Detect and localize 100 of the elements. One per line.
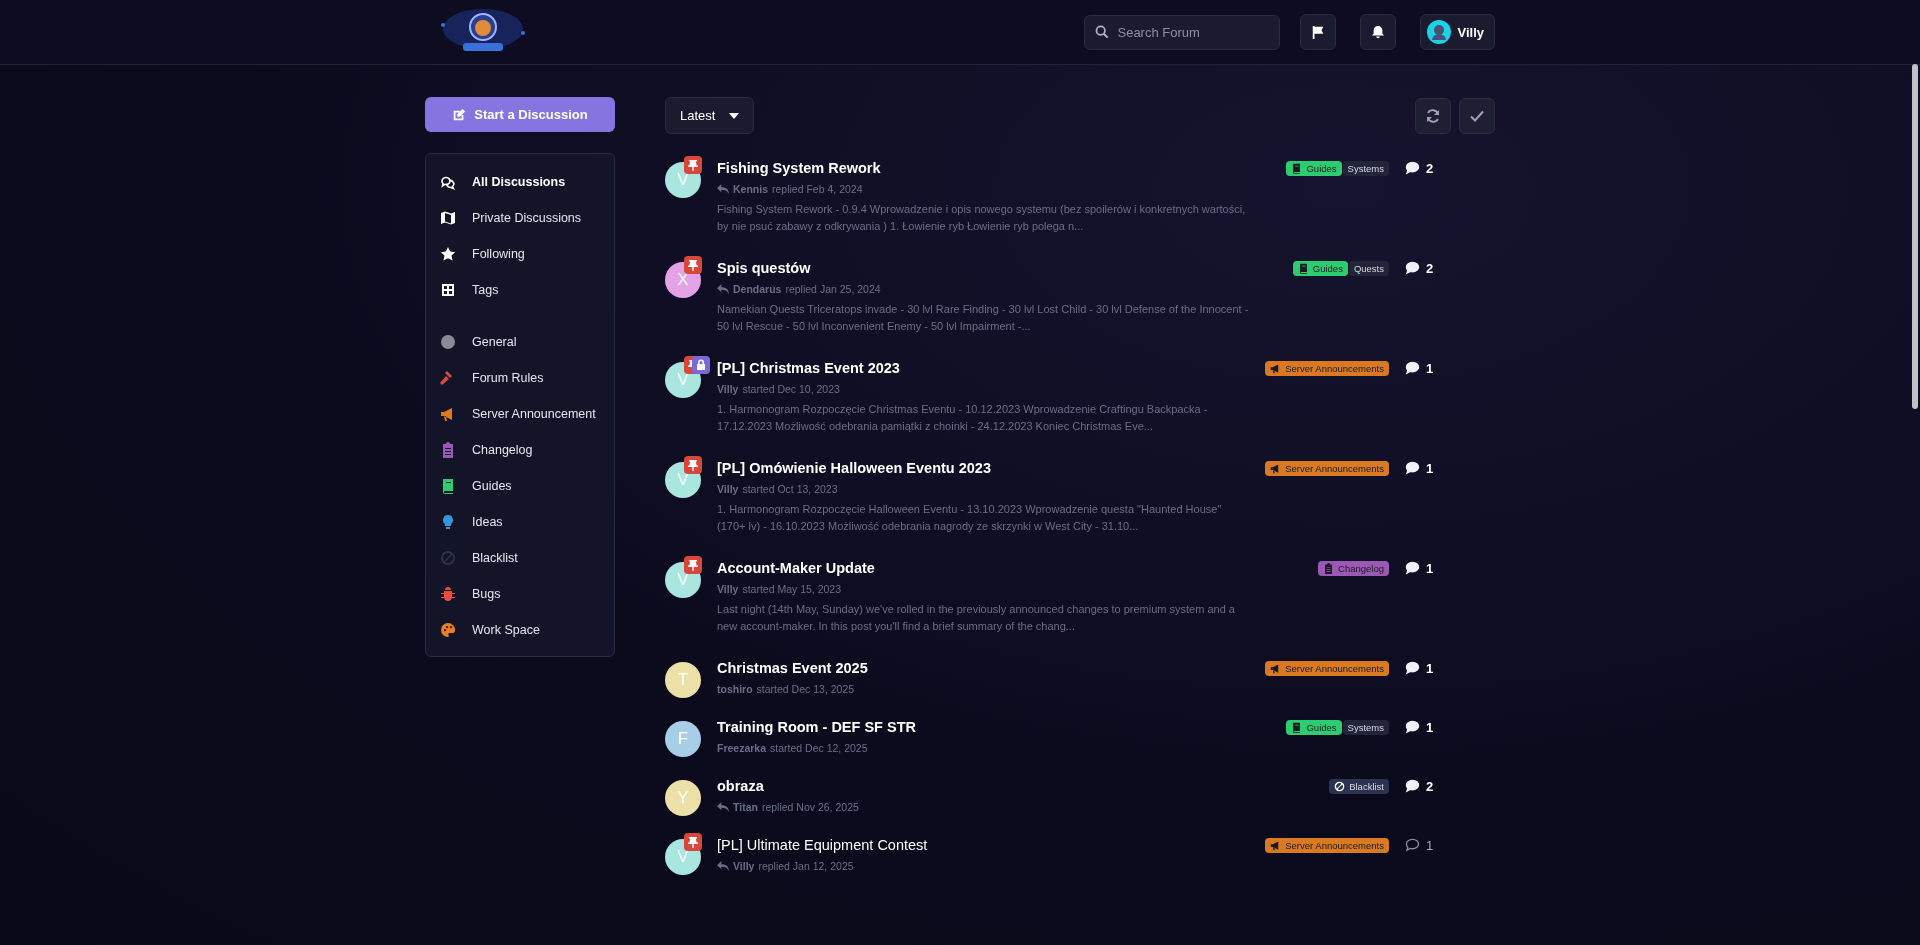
discussion-title[interactable]: obraza [717, 778, 1330, 794]
nav-item[interactable]: Blacklist [426, 540, 614, 576]
comment-icon [1405, 561, 1420, 575]
nav-item[interactable]: All Discussions [426, 164, 614, 200]
clipboard-icon [440, 442, 456, 458]
author-name[interactable]: Titan [733, 801, 758, 813]
nav-item[interactable]: Forum Rules [426, 360, 614, 396]
reply-count: 1 [1405, 660, 1450, 676]
sort-dropdown[interactable]: Latest [665, 97, 755, 134]
nav-item[interactable]: General [426, 324, 614, 360]
palette-icon [440, 622, 456, 638]
book-icon [1297, 262, 1309, 274]
flag-icon [1311, 25, 1326, 39]
tag-label[interactable]: Systems [1342, 160, 1389, 176]
activity-text: started Dec 13, 2025 [756, 683, 855, 695]
nav-item[interactable]: Following [426, 236, 614, 272]
reply-count: 1 [1405, 837, 1450, 853]
comment-icon [1405, 779, 1420, 793]
comment-icon [1405, 720, 1420, 734]
discussion-title[interactable]: Fishing System Rework [717, 160, 1287, 176]
book-icon [1291, 162, 1303, 174]
bell-icon [1371, 25, 1386, 39]
activity-text: started May 15, 2023 [742, 583, 842, 595]
start-discussion-button[interactable]: Start a Discussion [425, 97, 615, 132]
author-name[interactable]: Villy [717, 583, 739, 595]
comment-icon [1405, 261, 1420, 275]
discussion-title[interactable]: [PL] Omówienie Halloween Eventu 2023 [717, 460, 1266, 476]
activity-text: replied Jan 12, 2025 [758, 860, 854, 872]
tag-label[interactable]: Guides [1292, 260, 1348, 276]
author-name[interactable]: Villy [733, 860, 755, 872]
discussion-title[interactable]: [PL] Ultimate Equipment Contest [717, 837, 1266, 853]
edit-icon [452, 107, 467, 122]
comment-icon [1405, 461, 1420, 475]
caret-icon [729, 112, 740, 119]
tag-label[interactable]: Guides [1286, 719, 1342, 735]
reply-count: 2 [1405, 260, 1450, 276]
reply-count: 1 [1405, 719, 1450, 735]
activity-text: replied Jan 25, 2024 [785, 283, 881, 295]
star-icon [440, 246, 456, 262]
activity-text: started Oct 13, 2023 [742, 483, 838, 495]
reply-count: 1 [1405, 360, 1450, 376]
reply-count: 1 [1405, 460, 1450, 476]
tag-label[interactable]: Server Announcements [1265, 460, 1389, 476]
mark-all-read-button[interactable] [1459, 97, 1495, 134]
notifications-button[interactable] [1360, 14, 1397, 50]
search-field[interactable]: Search Forum [1084, 14, 1281, 50]
tag-label[interactable]: Server Announcements [1265, 837, 1389, 853]
discussion-title[interactable]: [PL] Christmas Event 2023 [717, 360, 1266, 376]
tag-label[interactable]: Guides [1286, 160, 1342, 176]
discussions-icon [440, 174, 456, 190]
refresh-button[interactable] [1415, 97, 1451, 134]
clipboard-icon [1323, 562, 1335, 574]
tag-label[interactable]: Server Announcements [1265, 360, 1389, 376]
activity-text: started Dec 12, 2025 [770, 742, 868, 754]
nav-item[interactable]: Guides [426, 468, 614, 504]
nav-item[interactable]: Private Discussions [426, 200, 614, 236]
discussion-excerpt: Last night (14th May, Sunday) we've rolled in the previously announced changes to premium system and a new account-maker. In this post you'll find a brief summary of the chang... [717, 602, 1236, 634]
tag-label[interactable]: Server Announcements [1265, 660, 1389, 676]
tag-label[interactable]: Changelog [1318, 560, 1389, 576]
discussion-title[interactable]: Christmas Event 2025 [717, 660, 1266, 676]
lightbulb-icon [440, 514, 456, 530]
flag-button[interactable] [1300, 14, 1337, 50]
nav-item[interactable]: Changelog [426, 432, 614, 468]
nav-item[interactable]: Work Space [426, 612, 614, 648]
user-menu-button[interactable]: Villy [1420, 14, 1495, 50]
author-name[interactable]: Villy [717, 483, 739, 495]
author-name[interactable]: Freezarka [717, 742, 767, 754]
discussion-title[interactable]: Account-Maker Update [717, 560, 1319, 576]
book-icon [1291, 721, 1303, 733]
nav-item[interactable]: Ideas [426, 504, 614, 540]
nav-item[interactable]: Bugs [426, 576, 614, 612]
author-name[interactable]: toshiro [717, 683, 753, 695]
author-name[interactable]: Villy [717, 383, 739, 395]
discussion-title[interactable]: Training Room - DEF SF STR [717, 719, 1287, 735]
book-icon [440, 478, 456, 494]
scrollbar[interactable] [1912, 64, 1918, 409]
ban-icon [1334, 780, 1346, 792]
tag-label[interactable]: Systems [1342, 719, 1389, 735]
author-name[interactable]: Kennis [733, 183, 768, 195]
reply-count: 2 [1405, 160, 1450, 176]
avatar-icon [1427, 20, 1452, 44]
nav-item[interactable]: Tags [426, 272, 614, 308]
reply-count: 2 [1405, 778, 1450, 794]
bug-icon [440, 586, 456, 602]
tag-label[interactable]: Quests [1348, 260, 1389, 276]
activity-text: replied Feb 4, 2024 [772, 183, 863, 195]
map-icon [440, 210, 456, 226]
circle-icon [440, 334, 456, 350]
nav-item[interactable]: Server Announcement [426, 396, 614, 432]
activity-text: started Dec 10, 2023 [742, 383, 840, 395]
discussion-excerpt: 1. Harmonogram Rozpoczęcie Halloween Eventu - 13.10.2023 Wprowadzenie questa "Haunted House" (170+ lv) - 16.10.2023 Możliwość odebrania nagrody ze skrzynki w West City - 31.10... [717, 502, 1223, 534]
tag-label[interactable]: Blacklist [1329, 778, 1389, 794]
comment-icon [1405, 161, 1420, 175]
activity-text: replied Nov 26, 2025 [761, 801, 859, 813]
author-name[interactable]: Dendarus [733, 283, 782, 295]
comment-icon [1405, 361, 1420, 375]
ban-icon [440, 550, 456, 566]
discussion-excerpt: Namekian Quests Triceratops invade - 30 lvl Rare Finding - 30 lvl Lost Child - 30 lvl Defense of the Innocent - 50 lvl Rescue - 50 lvl Inconvenient Enemy - 50 lvl Impairment -... [717, 302, 1250, 334]
discussion-title[interactable]: Spis questów [717, 260, 1293, 276]
comment-icon [1405, 661, 1420, 675]
